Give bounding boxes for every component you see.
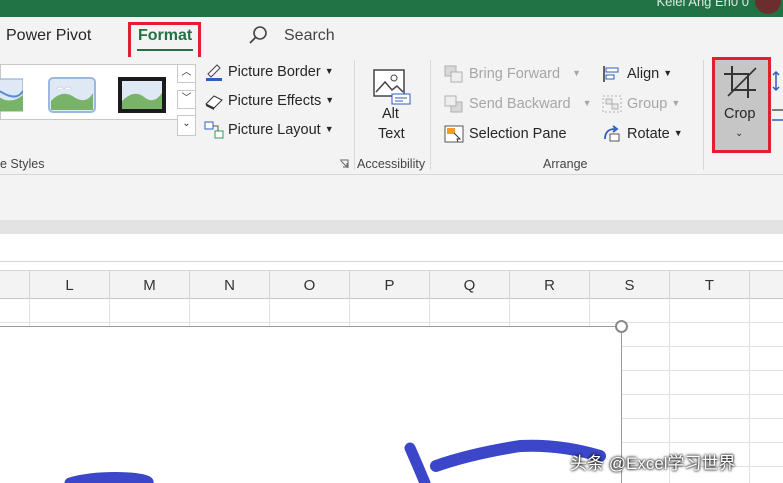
align-icon <box>603 66 619 82</box>
gallery-up-button[interactable]: ︿ <box>177 64 196 83</box>
picture-effects-icon <box>205 95 223 110</box>
selection-pane-icon <box>444 125 464 143</box>
watermark: 头条 @Excel学习世界 <box>570 454 736 473</box>
title-bar: Kelei Ang Eh0 0 <box>0 0 783 17</box>
selection-pane-button[interactable]: Selection Pane <box>469 126 567 142</box>
resize-handle[interactable] <box>615 320 628 333</box>
picture-styles-gallery[interactable] <box>0 64 196 120</box>
column-header-partial[interactable] <box>0 271 30 299</box>
search-box[interactable]: Search <box>284 27 335 45</box>
ribbon-tabs: Power Pivot Format Search <box>0 17 783 57</box>
bring-forward-button[interactable]: Bring Forward ▼ <box>469 66 581 82</box>
tab-power-pivot[interactable]: Power Pivot <box>6 27 91 45</box>
chevron-down-icon: ▼ <box>572 68 581 78</box>
column-headers: L M N O P Q R S T <box>0 270 783 299</box>
group-separator <box>703 60 704 170</box>
column-header-r[interactable]: R <box>510 271 590 299</box>
gallery-down-button[interactable]: ﹀ <box>177 90 196 109</box>
gridline <box>0 322 783 323</box>
format-tab-highlight <box>128 22 201 60</box>
send-backward-button[interactable]: Send Backward ▼ <box>469 96 591 112</box>
search-icon[interactable] <box>248 25 268 45</box>
avatar[interactable] <box>755 0 781 14</box>
style-thumbnail[interactable] <box>0 77 23 113</box>
chevron-down-icon: ▼ <box>324 66 334 76</box>
dialog-launcher-icon[interactable] <box>339 159 349 169</box>
picture-effects-button[interactable]: Picture Effects ▼ <box>228 93 334 109</box>
handwriting-ink <box>64 439 606 483</box>
bring-forward-label: Bring Forward <box>469 66 561 82</box>
chevron-down-icon: ▼ <box>324 124 334 134</box>
crop-button-highlight <box>712 57 771 153</box>
picture-border-button[interactable]: Picture Border ▼ <box>228 64 334 80</box>
column-header-s[interactable]: S <box>590 271 670 299</box>
align-button[interactable]: Align ▼ <box>627 66 672 82</box>
picture-border-label: Picture Border <box>228 64 321 80</box>
arrange-group-label: Arrange <box>543 157 588 171</box>
chevron-down-icon: ▼ <box>582 98 592 108</box>
rotate-icon <box>604 125 620 142</box>
column-header-p[interactable]: P <box>350 271 430 299</box>
formula-bar-divider <box>0 220 783 234</box>
align-label: Align <box>627 66 660 82</box>
alt-text-icon <box>373 69 411 105</box>
group-icon <box>602 95 622 113</box>
chevron-down-icon: ▼ <box>673 128 683 138</box>
column-header-m[interactable]: M <box>110 271 190 299</box>
style-thumbnail[interactable] <box>118 77 166 113</box>
gallery-more-button[interactable]: ⌄ <box>177 115 196 136</box>
group-button[interactable]: Group ▼ <box>627 96 680 112</box>
picture-layout-button[interactable]: Picture Layout ▼ <box>228 122 334 138</box>
picture-layout-icon <box>204 121 224 139</box>
rotate-label: Rotate <box>627 126 670 142</box>
formula-bar[interactable] <box>0 234 783 262</box>
group-separator <box>354 60 355 170</box>
group-label: Group <box>627 96 668 112</box>
picture-border-icon <box>206 64 222 81</box>
rotate-button[interactable]: Rotate ▼ <box>627 126 683 142</box>
send-backward-icon <box>444 95 463 113</box>
column-header-n[interactable]: N <box>190 271 270 299</box>
gridline <box>749 299 750 483</box>
style-thumbnail[interactable] <box>48 77 96 113</box>
column-header-o[interactable]: O <box>270 271 350 299</box>
bring-forward-icon <box>444 65 463 83</box>
picture-effects-label: Picture Effects <box>228 93 322 109</box>
user-name: Kelei Ang Eh0 0 <box>656 0 749 9</box>
alt-text-line1[interactable]: Alt <box>382 106 399 122</box>
chevron-down-icon: ▼ <box>671 98 681 108</box>
alt-text-line2[interactable]: Text <box>378 126 405 142</box>
chevron-down-icon: ▼ <box>325 95 335 105</box>
send-backward-label: Send Backward <box>469 96 571 112</box>
column-header-t[interactable]: T <box>670 271 750 299</box>
column-header-l[interactable]: L <box>30 271 110 299</box>
chevron-down-icon: ▼ <box>663 68 673 78</box>
size-height-icon <box>772 70 783 121</box>
group-separator <box>430 60 431 170</box>
picture-layout-label: Picture Layout <box>228 122 321 138</box>
accessibility-group-label: Accessibility <box>357 157 426 171</box>
picture-styles-group-label: e Styles <box>0 157 45 171</box>
ribbon-collapsed-space <box>0 175 783 220</box>
column-header-q[interactable]: Q <box>430 271 510 299</box>
